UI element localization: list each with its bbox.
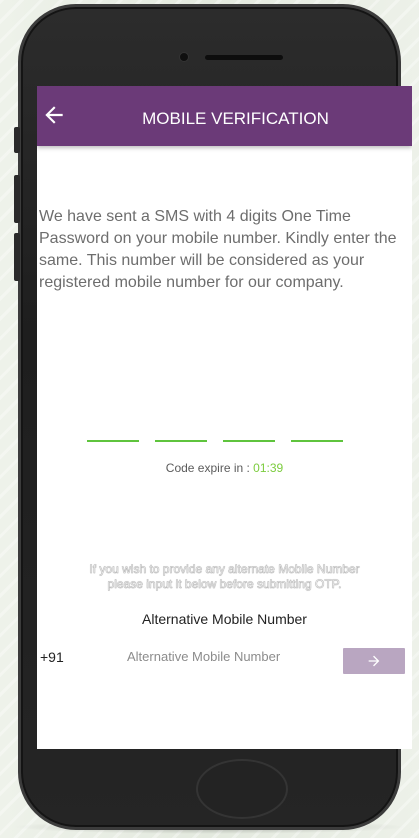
alternate-note-line-1: If you wish to provide any alternate Mob… [89,562,360,577]
code-expiry: Code expire in : 01:39 [37,461,412,475]
otp-digit-3[interactable] [223,440,275,442]
submit-alternate-button[interactable] [343,648,405,674]
alternate-note-line-2: please input it below before submitting … [107,577,342,592]
alternate-number-input[interactable] [127,642,327,670]
otp-digit-1[interactable] [87,440,139,442]
otp-digit-4[interactable] [291,440,343,442]
earpiece-speaker [205,55,283,60]
alternate-number-note: If you wish to provide any alternate Mob… [37,562,412,592]
verification-message: We have sent a SMS with 4 digits One Tim… [39,208,397,291]
volume-up-button [14,175,20,223]
home-button[interactable] [196,759,288,819]
country-code: +91 [40,649,64,665]
app-bar: MOBILE VERIFICATION [37,86,412,146]
page-title: MOBILE VERIFICATION [142,109,329,128]
alternate-number-title: Alternative Mobile Number [142,611,307,627]
front-camera [179,52,189,62]
app-screen: MOBILE VERIFICATION We have sent a SMS w… [37,86,412,749]
code-expiry-label: Code expire in : [165,461,254,475]
volume-down-button [14,233,20,281]
mute-switch [14,127,20,153]
countdown-timer: 01:39 [253,461,284,475]
otp-digit-2[interactable] [155,440,207,442]
arrow-right-icon [368,655,380,667]
